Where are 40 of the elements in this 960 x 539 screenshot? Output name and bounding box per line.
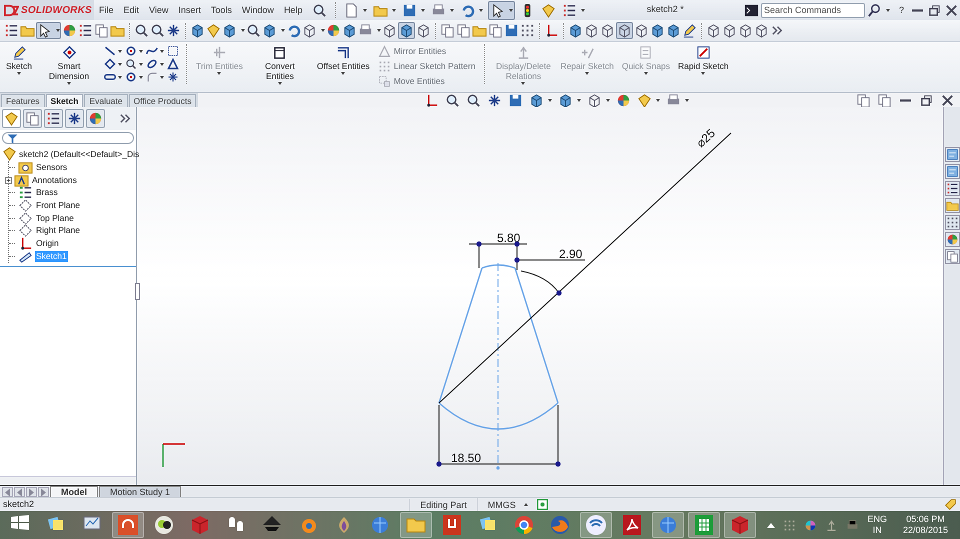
menu-item[interactable]: Edit <box>118 3 144 17</box>
menu-item[interactable]: Help <box>278 3 308 17</box>
menu-item[interactable]: Window <box>236 3 279 17</box>
search-field[interactable]: Search Commands <box>760 2 865 18</box>
tab[interactable]: Motion Study 1 <box>99 486 182 497</box>
language-text[interactable]: ENG <box>867 514 887 525</box>
tree-item[interactable]: Front Plane <box>35 200 81 211</box>
tree-item[interactable]: Annotations <box>31 174 78 186</box>
menu-item[interactable]: Tools <box>206 3 237 17</box>
tab[interactable]: Model <box>50 486 98 497</box>
dimension-value[interactable]: 2.90 <box>559 247 582 261</box>
tab[interactable]: Features <box>1 94 45 107</box>
tree-item[interactable]: sketch2 (Default<<Default>_Dis <box>19 148 140 160</box>
app-logo: SOLIDWORKS <box>21 4 92 18</box>
tree-item[interactable]: Right Plane <box>35 225 81 236</box>
menu-item[interactable]: File <box>94 3 119 17</box>
tab[interactable]: Office Products <box>128 94 196 107</box>
tool-button[interactable]: Offset Entities <box>314 44 372 76</box>
tree-item[interactable]: Top Plane <box>35 212 75 224</box>
tool-button[interactable]: Convert Entities <box>248 44 311 86</box>
status-text: sketch2 <box>3 498 34 511</box>
tool-button[interactable]: Rapid Sketch <box>676 44 731 76</box>
dimension-value[interactable]: ⌀25 <box>694 126 718 150</box>
tree-item[interactable]: Sensors <box>35 162 68 173</box>
menu-item[interactable]: View <box>144 3 174 17</box>
clock-time[interactable]: 05:06 PM <box>902 514 948 525</box>
tab[interactable]: Evaluate <box>84 94 128 107</box>
region-text[interactable]: IN <box>867 525 887 536</box>
tab[interactable]: Sketch <box>46 94 84 107</box>
dimension-value[interactable]: 5.80 <box>497 231 520 245</box>
dimension-value[interactable]: 18.50 <box>451 451 482 465</box>
menu-item[interactable]: Insert <box>173 3 206 17</box>
units-selector[interactable]: MMGS <box>488 498 516 510</box>
tree-item[interactable]: Origin <box>35 238 60 249</box>
help-button[interactable]: ? <box>894 3 909 17</box>
tree-item[interactable]: Brass <box>35 187 59 198</box>
tool-button[interactable]: Smart Dimension <box>38 44 100 86</box>
tool-button[interactable]: Sketch <box>4 44 34 76</box>
window-title: sketch2 * <box>646 3 685 16</box>
clock-date[interactable]: 22/08/2015 <box>902 525 948 536</box>
